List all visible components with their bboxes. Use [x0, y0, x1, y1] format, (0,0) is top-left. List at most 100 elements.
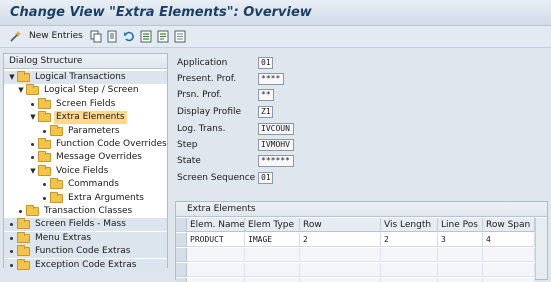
table-cell[interactable]: 2	[381, 233, 438, 247]
vertical-scrollbar[interactable]	[535, 218, 547, 279]
empty-table-cell[interactable]	[483, 263, 535, 277]
field-value-prsn-prof: **	[258, 89, 274, 101]
empty-table-cell[interactable]	[381, 263, 438, 277]
leaf-bullet-icon	[31, 143, 34, 146]
table-cell[interactable]: IMAGE	[245, 233, 300, 247]
row-selector[interactable]	[176, 233, 187, 247]
column-header[interactable]: Elem. Name	[187, 218, 245, 232]
field-value-step: IVMOHV	[258, 139, 294, 151]
column-header[interactable]: Elem Type	[245, 218, 300, 232]
field-value-application: 01	[258, 57, 273, 69]
row-selector[interactable]	[176, 248, 187, 262]
field-value-log-trans: IVCOUN	[258, 123, 294, 135]
empty-table-cell[interactable]	[245, 263, 300, 277]
empty-table-cell[interactable]	[245, 278, 300, 282]
extra-elements-title: Extra Elements	[176, 202, 547, 217]
field-value-state: ******	[258, 155, 294, 167]
delete-icon[interactable]	[106, 30, 119, 43]
expand-arrow-icon[interactable]: ▼	[8, 71, 16, 84]
column-header[interactable]: Line Pos	[438, 218, 483, 232]
empty-table-cell[interactable]	[438, 278, 483, 282]
folder-icon	[17, 258, 30, 270]
folder-icon	[26, 84, 39, 96]
row-selector[interactable]	[176, 278, 187, 282]
tree-node-label: Transaction Classes	[44, 206, 133, 216]
deselect-icon[interactable]	[174, 30, 187, 43]
tree-node-label: Menu Extras	[35, 232, 92, 243]
field-label-prsn-prof: Prsn. Prof.	[177, 90, 222, 100]
page-title: Change View "Extra Elements": Overview	[10, 5, 312, 20]
field-label-screen-sequence: Screen Sequence	[177, 173, 256, 183]
field-value-screen-sequence: 01	[258, 172, 273, 184]
table-cell[interactable]: 2	[300, 233, 381, 247]
empty-table-cell[interactable]	[187, 278, 245, 282]
field-value-present-prof: ****	[258, 73, 284, 85]
field-label-log-trans: Log. Trans.	[177, 124, 226, 134]
empty-table-cell[interactable]	[438, 248, 483, 262]
folder-icon	[17, 245, 30, 257]
empty-table-cell[interactable]	[300, 278, 381, 282]
expand-arrow-icon[interactable]: ▼	[29, 165, 37, 178]
empty-table-cell[interactable]	[483, 248, 535, 262]
tree-node-label: Function Code Extras	[35, 246, 131, 257]
folder-icon	[17, 218, 30, 230]
leaf-bullet-icon	[31, 102, 34, 106]
dialog-structure-panel: Dialog Structure ▼ Logical Transactions ▼ L…	[3, 53, 168, 272]
tree-node-label: Message Overrides	[56, 152, 142, 163]
undo-icon[interactable]	[123, 30, 136, 43]
expand-arrow-icon[interactable]: ▼	[17, 84, 25, 97]
field-value-display-profile: Z1	[258, 106, 273, 118]
empty-table-cell[interactable]	[438, 263, 483, 277]
dialog-structure-tree: ▼ Logical Transactions ▼ Logical Step / Scr…	[4, 70, 167, 272]
application-toolbar: New Entries	[0, 26, 551, 48]
title-bar: Change View "Extra Elements": Overview	[0, 0, 551, 26]
leaf-bullet-icon	[10, 263, 13, 267]
select-block-icon[interactable]	[157, 30, 170, 43]
empty-table-cell[interactable]	[300, 263, 381, 277]
empty-table-cell[interactable]	[187, 263, 245, 277]
folder-icon	[38, 97, 51, 109]
leaf-bullet-icon	[43, 196, 46, 200]
column-header[interactable]: Vis Length	[381, 218, 438, 232]
new-entries-icon[interactable]	[9, 30, 22, 43]
empty-table-cell[interactable]	[483, 278, 535, 282]
table-cell[interactable]: 3	[438, 233, 483, 247]
empty-table-cell[interactable]	[187, 248, 245, 262]
folder-icon	[38, 138, 51, 149]
leaf-bullet-icon	[31, 156, 34, 160]
folder-icon	[38, 151, 51, 163]
tree-node-label: Extra Arguments	[68, 192, 144, 203]
folder-icon	[38, 111, 51, 123]
tree-node-label: Parameters	[68, 125, 120, 136]
select-all-icon[interactable]	[140, 30, 153, 43]
folder-icon	[26, 205, 39, 216]
folder-icon	[17, 71, 30, 82]
empty-table-cell[interactable]	[245, 248, 300, 262]
column-header[interactable]: Row	[300, 218, 381, 232]
empty-table-cell[interactable]	[381, 248, 438, 262]
row-selector[interactable]	[176, 263, 187, 277]
expand-arrow-icon[interactable]: ▼	[29, 111, 37, 124]
field-label-application: Application	[177, 58, 228, 68]
field-label-present-prof: Present. Prof.	[177, 74, 237, 84]
folder-icon	[50, 124, 63, 136]
copy-icon[interactable]	[90, 30, 103, 43]
tree-node-label: Function Code Overrides	[56, 139, 167, 149]
dialog-structure-title: Dialog Structure	[4, 54, 167, 69]
tree-node-label: Logical Transactions	[35, 72, 126, 82]
folder-icon	[50, 178, 63, 190]
table-cell[interactable]: 4	[483, 233, 535, 247]
tree-node-label: Screen Fields - Mass	[35, 219, 126, 230]
select-all-cell[interactable]	[176, 218, 187, 232]
folder-icon	[50, 191, 63, 203]
table-cell[interactable]: PRODUCT	[187, 233, 245, 247]
empty-table-cell[interactable]	[300, 248, 381, 262]
folder-icon	[38, 164, 51, 176]
field-label-state: State	[177, 156, 201, 166]
extra-elements-table: Extra Elements Elem. Name Elem Type Row Vis…	[175, 201, 548, 282]
column-header[interactable]: Row Span	[483, 218, 535, 232]
empty-table-cell[interactable]	[381, 278, 438, 282]
new-entries-button[interactable]: New Entries	[29, 31, 83, 41]
tree-node-label: Exception Code Extras	[35, 259, 137, 270]
tree-node-label: Commands	[68, 179, 119, 190]
